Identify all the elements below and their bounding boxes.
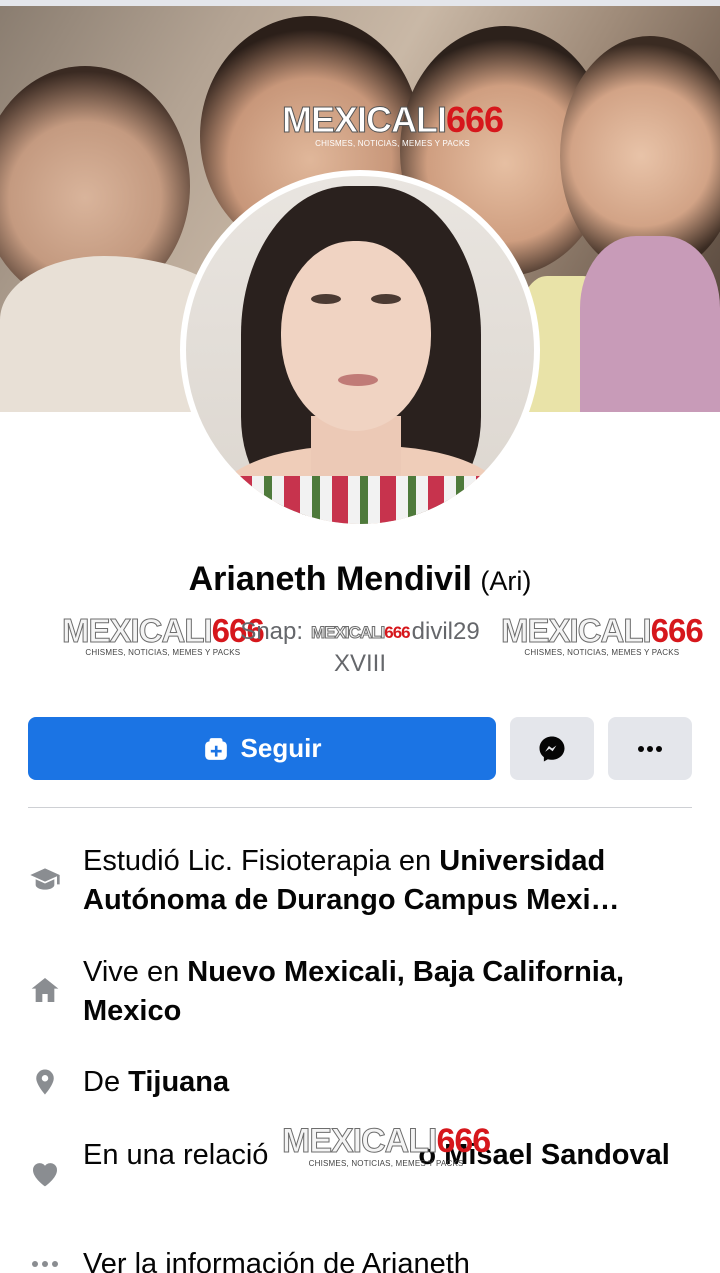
intro-from-link[interactable]: Tijuana bbox=[128, 1066, 229, 1098]
intro-education-text: Estudió Lic. Fisioterapia en Universidad… bbox=[83, 845, 620, 916]
messenger-icon bbox=[539, 736, 565, 761]
bio-line-2: XVIII bbox=[333, 650, 387, 677]
see-about-info[interactable]: Ver la información de Arianeth bbox=[28, 1245, 692, 1273]
intro-from[interactable]: De Tijuana bbox=[28, 1063, 692, 1105]
see-about-info-text: Ver la información de Arianeth bbox=[83, 1248, 470, 1273]
home-icon bbox=[28, 973, 62, 1007]
watermark-logo-cover: MEXICALI666 CHISMES, NOTICIAS, MEMES Y P… bbox=[281, 99, 504, 148]
intro-lives-in[interactable]: Vive en Nuevo Mexicali, Baja California,… bbox=[28, 953, 692, 1033]
location-pin-icon bbox=[28, 1065, 62, 1099]
profile-name: Arianeth Mendivil (Ari) bbox=[0, 560, 720, 599]
bio-snap-line: Snap: MEXICALI666 divil29 bbox=[240, 618, 480, 645]
intro-from-text: De Tijuana bbox=[83, 1066, 230, 1098]
message-button[interactable] bbox=[510, 717, 594, 780]
heart-icon bbox=[28, 1156, 62, 1190]
profile-bio: Snap: MEXICALI666 divil29 XVIII bbox=[0, 616, 720, 680]
intro-education[interactable]: Estudió Lic. Fisioterapia en Universidad… bbox=[28, 842, 692, 922]
watermark-logo-inline: MEXICALI666 bbox=[311, 622, 411, 642]
section-divider bbox=[28, 807, 692, 808]
watermark-logo-relationship: MEXICALI666 CHISMES, NOTICIAS, MEMES Y P… bbox=[281, 1122, 491, 1168]
follow-button-label: Seguir bbox=[240, 733, 322, 763]
intro-lives-in-text: Vive en Nuevo Mexicali, Baja California,… bbox=[83, 956, 625, 1027]
profile-actions: Seguir bbox=[28, 717, 692, 780]
avatar bbox=[186, 176, 534, 524]
more-horizontal-icon bbox=[28, 1247, 62, 1273]
profile-alternate-name: (Ari) bbox=[480, 566, 532, 596]
cover-photo-sweater bbox=[580, 236, 720, 412]
more-horizontal-icon bbox=[638, 745, 662, 752]
graduation-cap-icon bbox=[28, 862, 62, 896]
profile-picture[interactable] bbox=[180, 170, 540, 530]
add-friend-icon bbox=[204, 737, 227, 760]
profile-name-text: Arianeth Mendivil bbox=[188, 560, 472, 598]
more-options-button[interactable] bbox=[608, 717, 692, 780]
follow-button[interactable]: Seguir bbox=[28, 717, 496, 780]
